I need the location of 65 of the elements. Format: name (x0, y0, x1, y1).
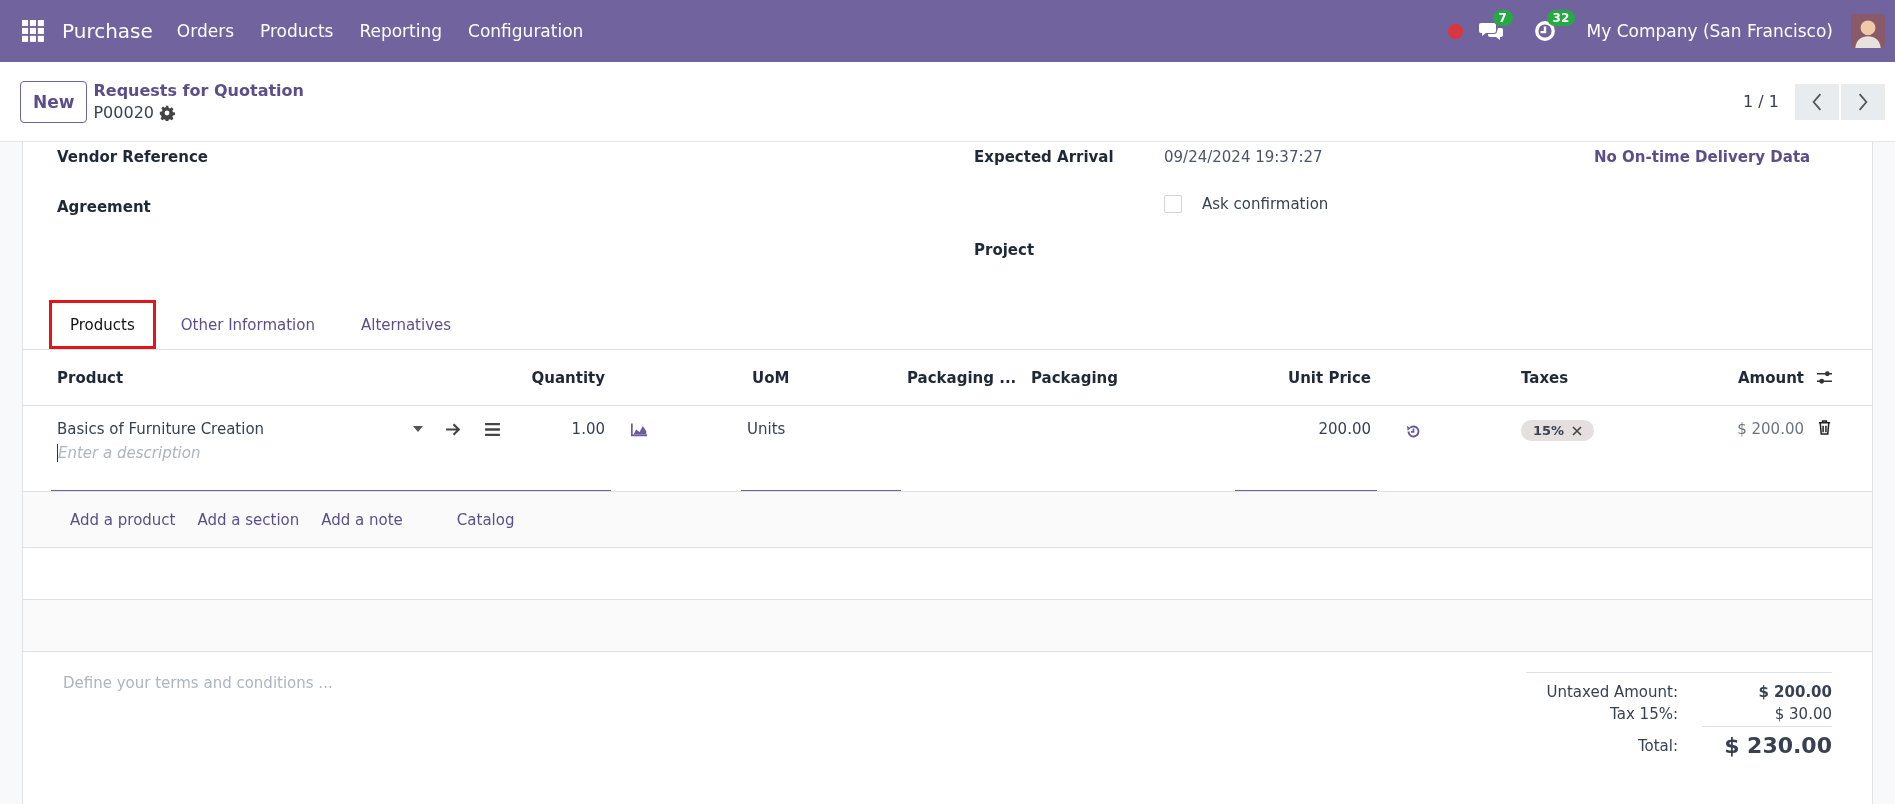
close-icon[interactable] (1572, 425, 1583, 436)
trash-icon[interactable] (1816, 420, 1833, 435)
date-field[interactable]: 09/24/2024 19:37:27 (1164, 148, 1323, 166)
area-chart-icon[interactable] (631, 422, 648, 437)
company-switcher[interactable]: My Company (San Francisco) (1586, 21, 1833, 41)
field-label: Agreement (57, 198, 152, 216)
amount-value: $ 200.00 (1737, 420, 1804, 438)
breadcrumb-link[interactable]: Requests for Quotation (93, 81, 304, 100)
column-header[interactable]: Quantity (461, 350, 611, 405)
clock-icon[interactable] (1532, 20, 1557, 42)
menu-item[interactable]: Products (260, 21, 334, 41)
apps-menu-icon[interactable] (22, 20, 44, 42)
chevron-right-icon (1857, 92, 1869, 111)
avatar-icon[interactable] (1851, 14, 1885, 48)
previous-button[interactable] (1795, 83, 1839, 120)
column-settings-icon[interactable] (1816, 370, 1833, 385)
uom-field[interactable]: Units (747, 420, 786, 438)
checkbox-label: Ask confirmation (1202, 194, 1329, 213)
app-name[interactable]: Purchase (62, 19, 153, 43)
add-line-link[interactable]: Add a section (197, 510, 300, 529)
add-line-link[interactable]: Catalog (456, 510, 515, 529)
notification-badge: 7 (1492, 10, 1513, 26)
column-header[interactable]: UoM (746, 350, 901, 405)
total-label: Total: (1636, 736, 1679, 755)
recording-dot-icon[interactable] (1447, 23, 1463, 39)
quantity-field[interactable]: 1.00 (571, 420, 605, 438)
column-header[interactable]: Amount (1715, 350, 1810, 405)
column-header[interactable]: Unit Price (1235, 350, 1377, 405)
field-label: Expected Arrival (974, 148, 1115, 166)
next-button[interactable] (1841, 83, 1885, 120)
column-header[interactable]: Packaging (1025, 350, 1235, 405)
on-time-delivery-link[interactable]: No On-time Delivery Data (1594, 148, 1811, 166)
column-header[interactable]: Taxes (1515, 350, 1715, 405)
chat-icon[interactable] (1478, 20, 1503, 42)
menu-icon[interactable] (484, 421, 501, 437)
settings-icon[interactable] (159, 104, 175, 121)
total-label: Tax 15%: (1609, 705, 1679, 725)
chevron-left-icon (1811, 92, 1823, 111)
unit-price-field[interactable]: 200.00 (1318, 420, 1371, 438)
field-label: Vendor Reference (57, 148, 210, 166)
arrow-right-icon[interactable] (445, 421, 462, 437)
history-icon[interactable] (1405, 424, 1422, 439)
column-header[interactable]: Product (51, 350, 461, 405)
notification-badge: 32 (1546, 10, 1576, 26)
total-value: $ 30.00 (1702, 705, 1832, 727)
record-name: P00020 (93, 103, 154, 122)
checkbox[interactable] (1164, 194, 1182, 213)
add-line-link[interactable]: Add a product (70, 510, 176, 529)
column-header[interactable]: Packaging ... (901, 350, 1025, 405)
total-label: Untaxed Amount: (1545, 683, 1679, 701)
new-button[interactable]: New (20, 80, 88, 123)
menu-item[interactable]: Reporting (359, 21, 443, 41)
menu-item[interactable]: Orders (176, 21, 234, 41)
pager-value: 1 / 1 (1743, 92, 1779, 111)
add-line-link[interactable]: Add a note (321, 510, 403, 529)
dropdown-caret-icon[interactable] (413, 426, 423, 432)
field-label: Project (974, 241, 1036, 260)
product-field[interactable]: Basics of Furniture Creation (57, 420, 265, 438)
total-value: $ 200.00 (1757, 683, 1832, 701)
tax-tag[interactable]: 15% (1521, 420, 1595, 441)
menu-item[interactable]: Configuration (468, 21, 584, 41)
total-value: $ 230.00 (1723, 733, 1832, 758)
tab[interactable]: Products (49, 300, 156, 349)
tab[interactable]: Alternatives (339, 300, 473, 349)
tab[interactable]: Other Information (159, 300, 336, 349)
